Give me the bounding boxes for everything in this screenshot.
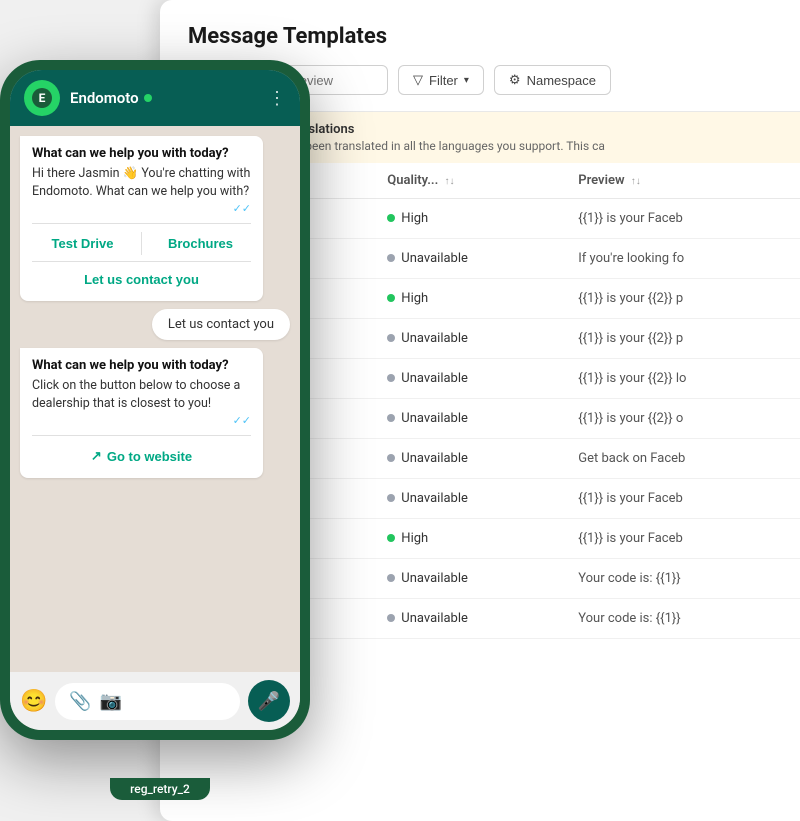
preview-text: {{1}} is your {{2}} o [578, 411, 683, 426]
cell-quality: High [371, 279, 562, 319]
avatar: E [24, 80, 60, 116]
namespace-label: Namespace [527, 73, 596, 88]
quality-dot [387, 454, 395, 462]
message-bubble-1: What can we help you with today? Hi ther… [20, 136, 263, 301]
test-drive-button[interactable]: Test Drive [32, 232, 133, 255]
preview-text: Your code is: {{1}} [578, 611, 680, 626]
contact-name: Endomoto [70, 89, 258, 107]
panel-title: Message Templates [188, 24, 772, 49]
cell-quality: Unavailable [371, 439, 562, 479]
external-link-icon: ↗ [91, 448, 102, 464]
filter-icon: ▽ [413, 72, 423, 88]
message2-title: What can we help you with today? [32, 358, 251, 373]
cell-quality: Unavailable [371, 319, 562, 359]
cell-quality: Unavailable [371, 599, 562, 639]
online-status-dot [144, 94, 152, 102]
sort-icon-2: ↑↓ [445, 176, 455, 187]
quality-dot [387, 214, 395, 222]
preview-text: {{1}} is your {{2}} lo [578, 371, 686, 386]
chat-contact-info: Endomoto [70, 89, 258, 107]
message1-title: What can we help you with today? [32, 146, 251, 161]
message-bubble-2: What can we help you with today? Click o… [20, 348, 263, 478]
bottom-tag: reg_retry_2 [110, 778, 210, 800]
cell-preview: {{1}} is your {{2}} p [562, 279, 800, 319]
cell-quality: Unavailable [371, 239, 562, 279]
reply-bubble: Let us contact you [152, 309, 290, 340]
cell-quality: Unavailable [371, 399, 562, 439]
microphone-button[interactable]: 🎤 [248, 680, 290, 722]
cell-preview: {{1}} is your Faceb [562, 199, 800, 239]
quality-dot [387, 614, 395, 622]
preview-text: {{1}} is your Faceb [578, 491, 683, 506]
cell-preview: {{1}} is your {{2}} lo [562, 359, 800, 399]
phone-mockup: E Endomoto ⋮ What can we help you with t… [0, 60, 320, 800]
cell-preview: Get back on Faceb [562, 439, 800, 479]
cell-preview: Your code is: {{1}} [562, 599, 800, 639]
phone-outer-shell: E Endomoto ⋮ What can we help you with t… [0, 60, 310, 740]
cell-quality: Unavailable [371, 559, 562, 599]
svg-text:E: E [39, 91, 46, 105]
preview-text: Get back on Faceb [578, 451, 685, 466]
preview-text: If you're looking fo [578, 251, 684, 266]
preview-text: {{1}} is your {{2}} p [578, 291, 683, 306]
cell-preview: {{1}} is your Faceb [562, 479, 800, 519]
cell-preview: {{1}} is your Faceb [562, 519, 800, 559]
more-options-icon[interactable]: ⋮ [268, 88, 286, 109]
cell-quality: High [371, 199, 562, 239]
namespace-button[interactable]: ⚙ Namespace [494, 65, 611, 95]
quality-dot [387, 574, 395, 582]
preview-text: {{1}} is your {{2}} p [578, 331, 683, 346]
reply-text: Let us contact you [168, 317, 274, 332]
quality-dot [387, 534, 395, 542]
button-divider [141, 232, 142, 255]
chat-header: E Endomoto ⋮ [10, 70, 300, 126]
cell-quality: High [371, 519, 562, 559]
chat-messages-area: What can we help you with today? Hi ther… [10, 126, 300, 672]
message1-body: Hi there Jasmin 👋 You're chatting with E… [32, 165, 251, 200]
quality-dot [387, 334, 395, 342]
message2-body: Click on the button below to choose a de… [32, 377, 251, 412]
message2-buttons: ↗ Go to website [32, 435, 251, 468]
camera-icon: 📷 [100, 691, 122, 712]
phone-screen: E Endomoto ⋮ What can we help you with t… [10, 70, 300, 730]
message1-buttons: Test Drive Brochures [32, 223, 251, 255]
brochures-button[interactable]: Brochures [150, 232, 251, 255]
chat-input-area: 😊 📎 📷 🎤 [10, 672, 300, 730]
col-preview[interactable]: Preview ↑↓ [562, 163, 800, 199]
filter-label: Filter [429, 73, 458, 88]
filter-chevron-icon: ▾ [464, 75, 469, 86]
quality-dot [387, 494, 395, 502]
go-to-website-button[interactable]: ↗ Go to website [32, 444, 251, 468]
quality-dot [387, 374, 395, 382]
message-input-box[interactable]: 📎 📷 [55, 683, 240, 720]
preview-text: Your code is: {{1}} [578, 571, 680, 586]
cell-quality: Unavailable [371, 359, 562, 399]
message1-tick: ✓✓ [32, 202, 251, 215]
preview-text: {{1}} is your Faceb [578, 531, 683, 546]
message2-tick: ✓✓ [32, 414, 251, 427]
let-us-contact-button[interactable]: Let us contact you [32, 268, 251, 291]
sort-icon-3: ↑↓ [631, 176, 641, 187]
cell-preview: {{1}} is your {{2}} o [562, 399, 800, 439]
filter-button[interactable]: ▽ Filter ▾ [398, 65, 484, 95]
attachment-icon: 📎 [69, 691, 91, 712]
col-quality[interactable]: Quality... ↑↓ [371, 163, 562, 199]
contact-btn-row: Let us contact you [32, 261, 251, 291]
cell-preview: Your code is: {{1}} [562, 559, 800, 599]
preview-text: {{1}} is your Faceb [578, 211, 683, 226]
quality-dot [387, 294, 395, 302]
quality-dot [387, 414, 395, 422]
cell-preview: If you're looking fo [562, 239, 800, 279]
quality-dot [387, 254, 395, 262]
emoji-icon[interactable]: 😊 [20, 689, 47, 714]
cell-quality: Unavailable [371, 479, 562, 519]
cell-preview: {{1}} is your {{2}} p [562, 319, 800, 359]
gear-icon: ⚙ [509, 72, 521, 88]
